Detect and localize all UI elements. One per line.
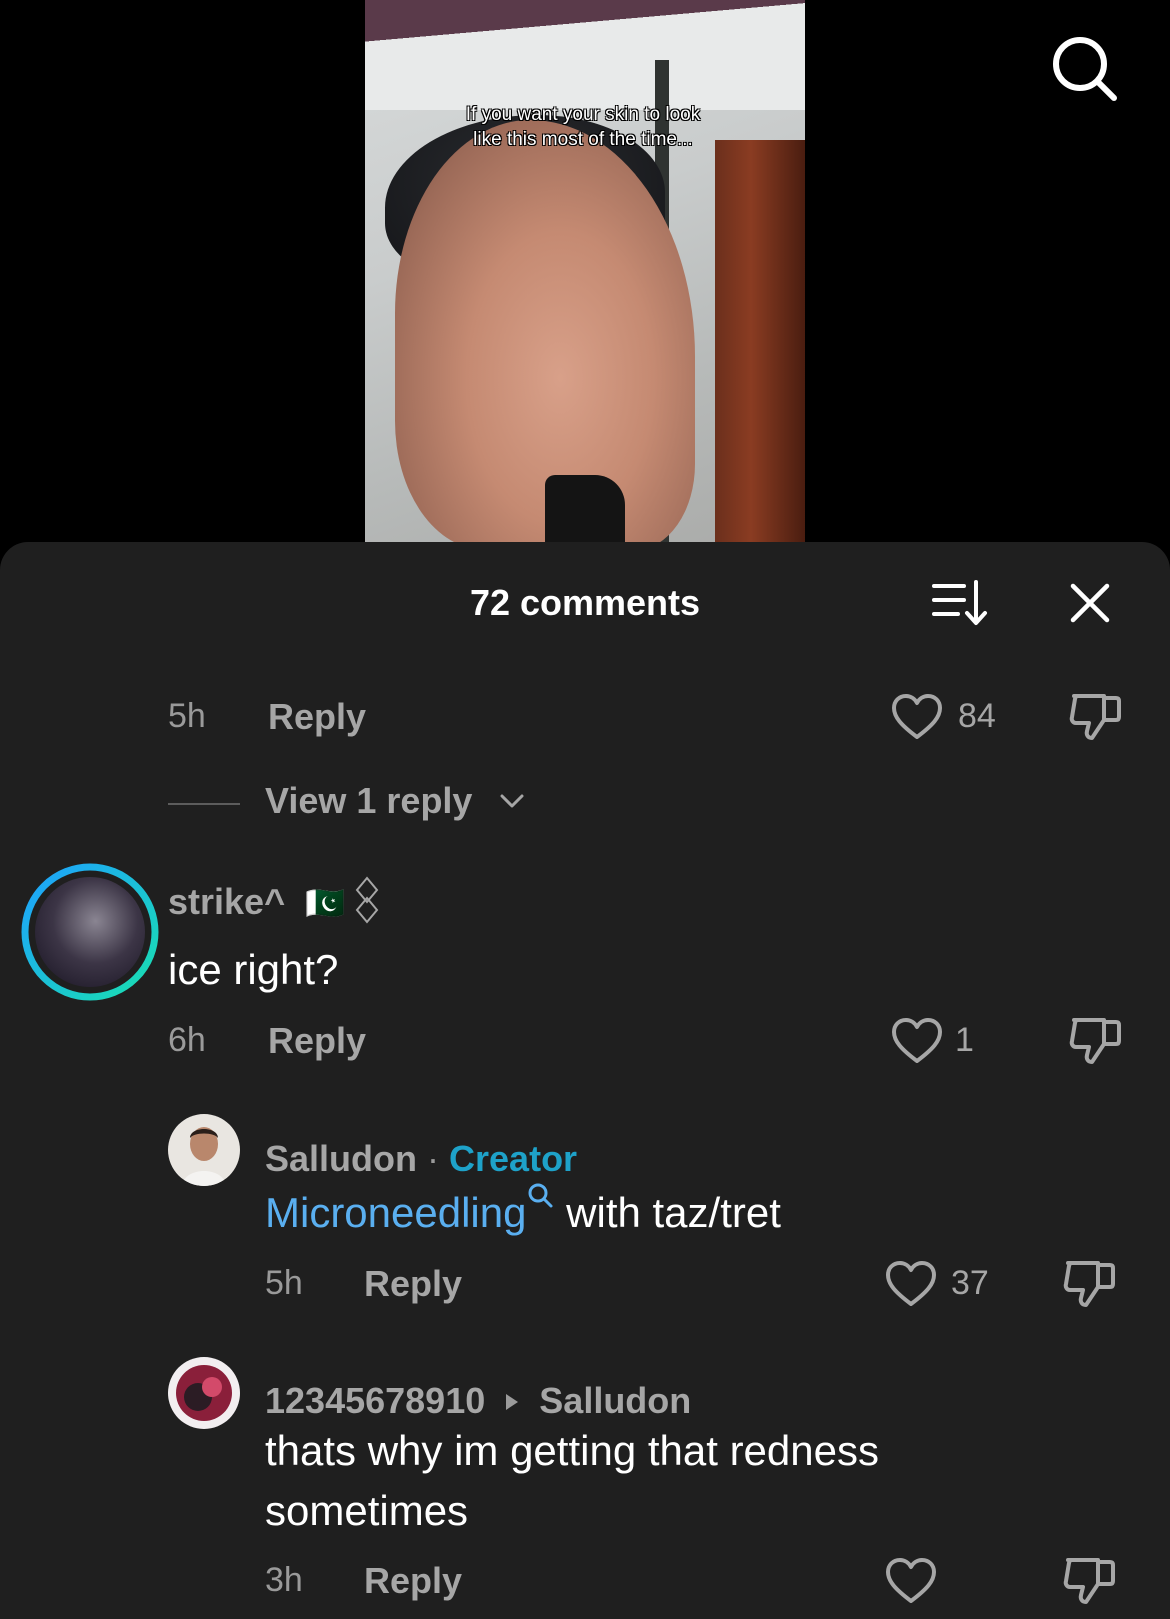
reply-text: thats why im getting that redness someti… (265, 1427, 879, 1534)
play-arrow-icon (506, 1394, 519, 1410)
view-replies-divider (168, 803, 240, 805)
heart-icon (886, 1558, 936, 1603)
comment-time: 6h (168, 1021, 206, 1059)
reply-button[interactable]: Reply (268, 1020, 366, 1062)
username-text: 12345678910 (265, 1380, 486, 1421)
comment-username[interactable]: strike^ 🇵🇰 (168, 876, 379, 924)
close-icon (1070, 583, 1110, 623)
dislike-button[interactable] (1068, 1014, 1124, 1070)
video-background-door (715, 140, 805, 545)
search-button[interactable] (1050, 34, 1120, 104)
reply-to-username: Salludon (539, 1380, 692, 1421)
heart-icon (892, 694, 942, 739)
comment-text: ice right? (168, 946, 339, 993)
thumbs-down-icon (1069, 694, 1121, 740)
heart-icon (886, 1261, 936, 1306)
like-button[interactable] (885, 1557, 937, 1605)
search-keyword-text: Microneedling (265, 1189, 527, 1236)
separator-dot: · (427, 1138, 440, 1179)
flag-emoji: 🇵🇰 (305, 885, 345, 921)
like-button[interactable] (885, 1260, 937, 1308)
search-icon (1053, 37, 1117, 101)
sort-button[interactable] (930, 578, 990, 628)
video-caption: If you want your skin to look like this … (465, 104, 701, 150)
chevron-down-icon (500, 794, 524, 808)
like-count: 1 (955, 1021, 974, 1059)
comments-count-title: 72 comments (469, 582, 701, 623)
avatar-with-story-ring (21, 863, 159, 1001)
dislike-button[interactable] (1068, 690, 1124, 746)
thumbs-down-icon (1063, 1261, 1115, 1307)
comments-sheet: 72 comments 5h Reply 84 View 1 reply str… (0, 542, 1170, 1619)
user-avatar-image (168, 1357, 240, 1429)
reply-username[interactable]: Salludon · Creator (265, 1138, 577, 1180)
video-background (365, 0, 805, 110)
search-small-icon (528, 1183, 553, 1208)
comment-time: 5h (168, 697, 206, 735)
username-text: strike^ (168, 881, 286, 922)
video-preview[interactable]: If you want your skin to look like this … (365, 0, 805, 545)
creator-avatar-image (168, 1114, 240, 1186)
dislike-button[interactable] (1062, 1554, 1118, 1610)
reply-text: Microneedling with taz/tret (265, 1181, 781, 1243)
sort-icon (932, 580, 987, 625)
view-replies-button[interactable]: View 1 reply (265, 780, 472, 822)
reply-time: 3h (265, 1561, 303, 1599)
diamond-icon (355, 876, 379, 924)
reply-body-text: with taz/tret (554, 1189, 781, 1236)
avatar[interactable] (20, 862, 160, 1002)
thumbs-down-icon (1063, 1558, 1115, 1604)
reply-time: 5h (265, 1264, 303, 1302)
heart-icon (892, 1018, 942, 1063)
reply-username[interactable]: 12345678910 Salludon (265, 1380, 691, 1422)
like-count: 84 (958, 697, 996, 735)
close-button[interactable] (1065, 578, 1115, 628)
view-replies-chevron[interactable] (497, 786, 527, 816)
like-button[interactable] (891, 1017, 943, 1065)
like-button[interactable] (891, 693, 943, 741)
reply-button[interactable]: Reply (364, 1560, 462, 1602)
thumbs-down-icon (1069, 1018, 1121, 1064)
avatar[interactable] (168, 1114, 240, 1186)
dislike-button[interactable] (1062, 1257, 1118, 1313)
creator-badge: Creator (449, 1138, 578, 1179)
avatar[interactable] (168, 1357, 240, 1429)
username-text: Salludon (265, 1138, 417, 1179)
video-person-shirt (545, 475, 625, 545)
like-count: 37 (951, 1264, 989, 1302)
reply-button[interactable]: Reply (268, 696, 366, 738)
reply-button[interactable]: Reply (364, 1263, 462, 1305)
search-keyword-link[interactable]: Microneedling (265, 1183, 554, 1236)
